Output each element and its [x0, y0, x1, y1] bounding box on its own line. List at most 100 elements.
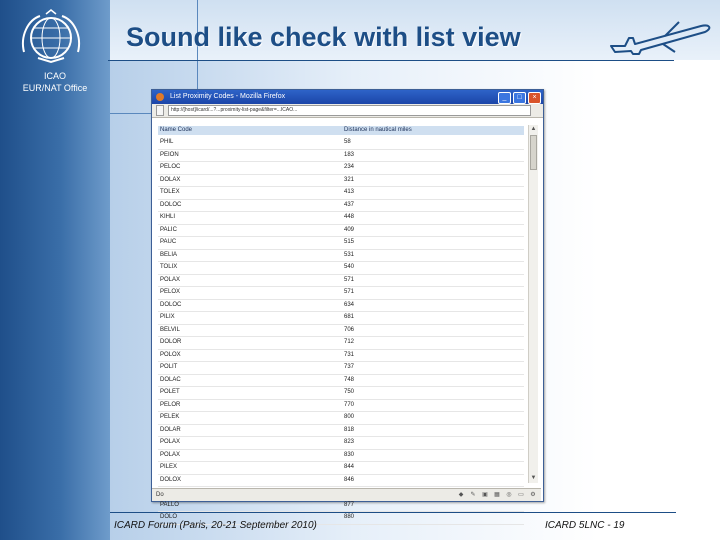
- distance-cell: 877: [344, 501, 355, 508]
- name-code-cell: TOLIX: [160, 264, 178, 270]
- zoom-icon[interactable]: ◎: [505, 491, 513, 499]
- table-row[interactable]: PALIC 409: [158, 225, 524, 237]
- table-row[interactable]: PEION 183: [158, 150, 524, 162]
- table-row[interactable]: PILEX 844: [158, 462, 524, 475]
- distance-cell: 409: [344, 226, 355, 233]
- table-row[interactable]: PELOR 770: [158, 400, 524, 412]
- table-row[interactable]: PELOC 234: [158, 162, 524, 175]
- icao-logo: [22, 9, 80, 64]
- scroll-up-icon[interactable]: ▲: [529, 125, 538, 134]
- name-code-cell: DOLAX: [160, 176, 181, 183]
- distance-cell: 712: [344, 339, 355, 345]
- table-row[interactable]: POLET 750: [158, 387, 524, 400]
- distance-cell: 818: [344, 426, 355, 433]
- distance-cell: 413: [344, 189, 355, 195]
- org-line2: EUR/NAT Office: [22, 83, 88, 93]
- name-code-cell: BELVIL: [160, 326, 180, 333]
- table-row[interactable]: DOLOC 634: [158, 300, 524, 312]
- title-rule: [108, 60, 674, 61]
- name-code-cell: PALIC: [160, 226, 177, 233]
- table-row[interactable]: DOLAR 818: [158, 425, 524, 437]
- screen-icon[interactable]: ▭: [517, 491, 525, 499]
- table-row[interactable]: PELEK 800: [158, 412, 524, 425]
- firefox-icon: [156, 93, 164, 101]
- name-code-cell: DOLOX: [160, 476, 182, 483]
- maximize-button[interactable]: □: [513, 92, 526, 104]
- name-code-cell: PELEK: [160, 414, 180, 420]
- table-row[interactable]: PHIL 58: [158, 137, 524, 150]
- distance-cell: 844: [344, 464, 355, 470]
- column-header-distance[interactable]: Distance in nautical miles: [344, 126, 412, 135]
- table-row[interactable]: BELVIL 706: [158, 325, 524, 337]
- table-row[interactable]: PILIX 681: [158, 312, 524, 325]
- close-button[interactable]: ×: [528, 92, 541, 104]
- scroll-thumb[interactable]: [530, 135, 537, 170]
- footer-event: ICARD Forum (Paris, 20-21 September 2010…: [114, 520, 317, 531]
- distance-cell: 706: [344, 326, 355, 333]
- name-code-cell: PELOC: [160, 164, 181, 170]
- table-row[interactable]: DOLOC 437: [158, 200, 524, 212]
- edit-icon[interactable]: ✎: [469, 491, 477, 499]
- name-code-cell: DOLAR: [160, 426, 181, 433]
- grid-icon[interactable]: ▦: [493, 491, 501, 499]
- minimize-button[interactable]: _: [498, 92, 511, 104]
- table-row[interactable]: BELIA 531: [158, 250, 524, 262]
- distance-cell: 321: [344, 176, 355, 183]
- browser-window: List Proximity Codes - Mozilla Firefox _…: [151, 89, 544, 525]
- status-text: Do: [156, 492, 164, 498]
- name-code-cell: PILIX: [160, 314, 175, 320]
- table-row[interactable]: POLIT 737: [158, 362, 524, 375]
- name-code-cell: PALLO: [160, 501, 179, 508]
- lock-icon[interactable]: ◆: [457, 491, 465, 499]
- table-row[interactable]: POLOX 731: [158, 350, 524, 362]
- name-code-cell: KIHLI: [160, 214, 176, 220]
- table-row[interactable]: KIHLI 448: [158, 212, 524, 225]
- name-code-cell: POLET: [160, 389, 180, 395]
- vertical-scrollbar[interactable]: ▲ ▼: [528, 125, 538, 483]
- distance-cell: 800: [344, 414, 355, 420]
- distance-cell: 531: [344, 251, 355, 258]
- distance-cell: 731: [344, 351, 355, 358]
- distance-cell: 448: [344, 214, 355, 220]
- table-row[interactable]: DOLAX 321: [158, 175, 524, 187]
- name-code-cell: PHIL: [160, 139, 174, 145]
- table-row[interactable]: TOLIX 540: [158, 262, 524, 275]
- address-bar: http://[host]/icard/...?...proximity-lis…: [152, 104, 543, 118]
- table-row[interactable]: POLAX 823: [158, 437, 524, 450]
- table-row[interactable]: TOLEX 413: [158, 187, 524, 200]
- distance-cell: 846: [344, 476, 355, 483]
- table-row[interactable]: DOLAC 748: [158, 375, 524, 387]
- distance-cell: 571: [344, 289, 355, 295]
- name-code-cell: POLAX: [160, 451, 181, 458]
- scroll-down-icon[interactable]: ▼: [529, 474, 538, 483]
- url-field[interactable]: http://[host]/icard/...?...proximity-lis…: [168, 105, 531, 116]
- settings-icon[interactable]: ⚙: [529, 491, 537, 499]
- page-content: Name Code Distance in nautical miles PHI…: [152, 119, 541, 525]
- window-titlebar[interactable]: List Proximity Codes - Mozilla Firefox _…: [152, 90, 543, 104]
- table-row[interactable]: PELOX 571: [158, 287, 524, 300]
- distance-cell: 634: [344, 301, 355, 308]
- column-header-name-code[interactable]: Name Code: [160, 126, 192, 135]
- distance-cell: 58: [344, 139, 351, 145]
- table-row[interactable]: DOLOX 846: [158, 475, 524, 487]
- name-code-cell: POLOX: [160, 351, 181, 358]
- footer-rule: [110, 512, 676, 513]
- org-label: ICAO EUR/NAT Office: [0, 70, 110, 94]
- table-row[interactable]: PALLO 877: [158, 500, 524, 512]
- window-title: List Proximity Codes - Mozilla Firefox: [170, 93, 286, 100]
- table-row[interactable]: POLAX 571: [158, 275, 524, 287]
- table-row[interactable]: DOLOR 712: [158, 337, 524, 350]
- table-row[interactable]: PAUC 515: [158, 237, 524, 250]
- distance-cell: 748: [344, 376, 355, 383]
- org-line1: ICAO: [43, 71, 66, 81]
- table-row[interactable]: POLAX 830: [158, 450, 524, 462]
- proximity-table: PHIL 58 PEION 183 PELOC 234 DOLAX 321 TOLEX 413 DO…: [158, 137, 524, 525]
- table-header: Name Code Distance in nautical miles: [158, 126, 524, 135]
- distance-cell: 515: [344, 239, 355, 245]
- name-code-cell: DOLOR: [160, 339, 182, 345]
- addon-icon[interactable]: ▣: [481, 491, 489, 499]
- distance-cell: 880: [344, 514, 355, 520]
- window-controls: _ □ ×: [498, 92, 541, 104]
- url-site-button[interactable]: [156, 105, 164, 116]
- name-code-cell: POLAX: [160, 439, 181, 445]
